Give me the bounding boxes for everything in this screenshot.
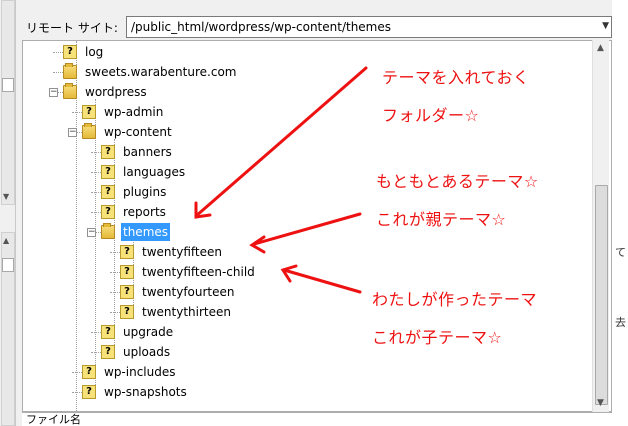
folder-icon bbox=[82, 123, 96, 139]
unknown-folder-icon: ? bbox=[101, 205, 115, 219]
file-list-header: ファイル名 bbox=[22, 412, 612, 426]
tree-item-label[interactable]: wordpress bbox=[83, 83, 149, 101]
tree-item-label[interactable]: twentythirteen bbox=[140, 303, 233, 321]
tree-scrollbar-thumb[interactable] bbox=[595, 185, 608, 405]
annotation-child-2: これが子テーマ☆ bbox=[372, 328, 503, 347]
annotation-original-1: もともとあるテーマ☆ bbox=[376, 172, 539, 191]
unknown-folder-icon: ? bbox=[82, 385, 96, 399]
tree-item-label[interactable]: twentyfifteen bbox=[140, 243, 224, 261]
tree-guide-line bbox=[91, 192, 101, 193]
unknown-folder-icon: ? bbox=[120, 265, 134, 279]
tree-item-label[interactable]: upgrade bbox=[121, 323, 175, 341]
annotation-folder-2: フォルダー☆ bbox=[382, 106, 480, 125]
tree-guide-line bbox=[110, 312, 120, 313]
unknown-folder-icon: ? bbox=[120, 305, 134, 319]
left-pane-edge: ▼ ▲ bbox=[0, 0, 16, 426]
annotation-folder-1: テーマを入れておく bbox=[382, 68, 530, 87]
annotation-child-1: わたしが作ったテーマ bbox=[372, 290, 538, 309]
folder-icon bbox=[63, 83, 77, 99]
tree-guide-line bbox=[110, 292, 120, 293]
scroll-up-icon[interactable]: ▲ bbox=[597, 43, 604, 53]
tree-guide-line bbox=[91, 352, 101, 353]
unknown-folder-icon: ? bbox=[63, 45, 77, 59]
collapse-toggle-icon[interactable]: − bbox=[49, 88, 58, 97]
unknown-folder-icon: ? bbox=[101, 165, 115, 179]
tree-item-label[interactable]: wp-snapshots bbox=[102, 383, 189, 401]
unknown-folder-icon: ? bbox=[82, 105, 96, 119]
scroll-down-icon[interactable]: ▼ bbox=[597, 398, 604, 408]
tree-item-label[interactable]: wp-admin bbox=[102, 103, 165, 121]
tree-item-label[interactable]: reports bbox=[121, 203, 168, 221]
tree-item-label[interactable]: banners bbox=[121, 143, 174, 161]
tree-item-label[interactable]: themes bbox=[121, 223, 171, 241]
tree-item-label[interactable]: uploads bbox=[121, 343, 172, 361]
folder-icon bbox=[101, 223, 115, 239]
tree-guide-line bbox=[91, 332, 101, 333]
unknown-folder-icon: ? bbox=[101, 345, 115, 359]
tree-item-label[interactable]: languages bbox=[121, 163, 187, 181]
tree-guide-line bbox=[53, 52, 63, 53]
unknown-folder-icon: ? bbox=[101, 145, 115, 159]
remote-site-bar: リモート サイト: /public_html/wordpress/wp-cont… bbox=[22, 16, 612, 38]
tree-scrollbar[interactable]: ▲ ▼ bbox=[592, 40, 609, 412]
tree-guide-line bbox=[72, 112, 82, 113]
scroll-up-icon[interactable]: ▲ bbox=[3, 236, 9, 245]
remote-site-path-combo[interactable]: /public_html/wordpress/wp-content/themes… bbox=[126, 16, 612, 38]
scroll-down-icon[interactable]: ▼ bbox=[3, 192, 9, 201]
remote-site-path[interactable]: /public_html/wordpress/wp-content/themes bbox=[131, 20, 391, 34]
left-scrollbar-thumb-2[interactable] bbox=[2, 258, 14, 272]
tree-item-label[interactable]: wp-includes bbox=[102, 363, 178, 381]
left-scrollbar-thumb[interactable] bbox=[2, 78, 14, 92]
tree-guide-line bbox=[91, 212, 101, 213]
tree-guide-line bbox=[95, 99, 96, 395]
unknown-folder-icon: ? bbox=[120, 285, 134, 299]
tree-item-label[interactable]: wp-content bbox=[102, 123, 174, 141]
tree-guide-line bbox=[91, 172, 101, 173]
tree-item-label[interactable]: twentyfourteen bbox=[140, 283, 237, 301]
collapse-toggle-icon[interactable]: − bbox=[87, 228, 96, 237]
right-edge-text: て bbox=[615, 246, 626, 259]
remote-directory-tree[interactable]: ? log sweets.warabenture.com − wordpress? wp-… bbox=[22, 40, 612, 412]
tree-item-label[interactable]: twentyfifteen-child bbox=[140, 263, 257, 281]
chevron-down-icon[interactable]: ▼ bbox=[602, 21, 609, 31]
right-pane-edge: て 去 bbox=[612, 0, 628, 426]
tree-item-label[interactable]: sweets.warabenture.com bbox=[83, 63, 238, 81]
annotation-original-2: これが親テーマ☆ bbox=[376, 210, 507, 229]
tree-guide-line bbox=[72, 392, 82, 393]
unknown-folder-icon: ? bbox=[120, 245, 134, 259]
unknown-folder-icon: ? bbox=[101, 185, 115, 199]
remote-site-label: リモート サイト: bbox=[26, 20, 118, 35]
folder-icon bbox=[63, 63, 77, 79]
tree-guide-line bbox=[110, 252, 120, 253]
tree-guide-line bbox=[72, 372, 82, 373]
collapse-toggle-icon[interactable]: − bbox=[68, 128, 77, 137]
tree-item-label[interactable]: log bbox=[83, 43, 105, 61]
unknown-folder-icon: ? bbox=[101, 325, 115, 339]
right-edge-text-2: 去 bbox=[615, 316, 626, 329]
tree-guide-line bbox=[110, 272, 120, 273]
left-scrollbar-top[interactable] bbox=[1, 0, 15, 205]
unknown-folder-icon: ? bbox=[82, 365, 96, 379]
tree-guide-line bbox=[53, 72, 63, 73]
tree-item-label[interactable]: plugins bbox=[121, 183, 168, 201]
tree-guide-line bbox=[91, 152, 101, 153]
